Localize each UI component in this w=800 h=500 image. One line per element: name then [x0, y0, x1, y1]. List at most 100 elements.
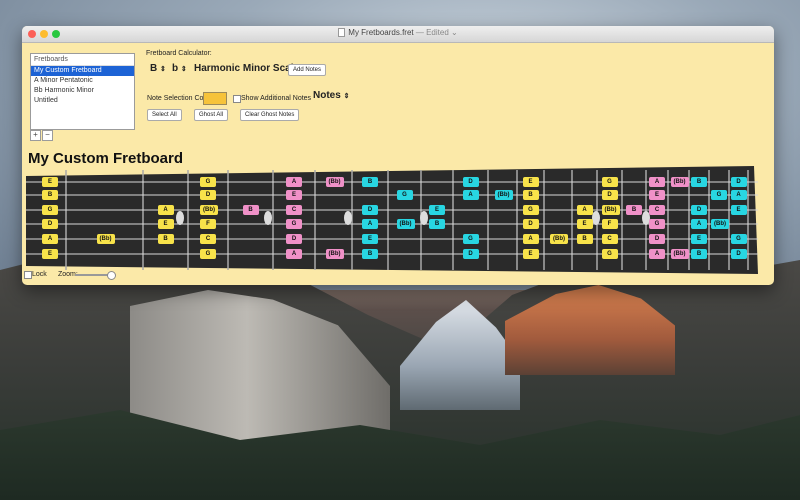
fret-note[interactable]: G: [42, 205, 58, 215]
fret-note[interactable]: B: [362, 249, 378, 259]
fret-note[interactable]: (Bb): [711, 219, 729, 229]
fret-note[interactable]: E: [42, 249, 58, 259]
fret-note[interactable]: (Bb): [670, 249, 689, 259]
fretboard[interactable]: E B G D A E (Bb) A E B G D (Bb) F C G B A E C G D A (Bb) (Bb) B D A…: [26, 166, 758, 274]
lock-checkbox[interactable]: [24, 271, 32, 279]
fret-note[interactable]: D: [730, 249, 747, 259]
fretboard-list-item[interactable]: A Minor Pentatonic: [31, 76, 134, 86]
fret-note[interactable]: G: [462, 234, 479, 244]
fret-note[interactable]: A: [691, 219, 707, 229]
fret-note[interactable]: C: [200, 234, 216, 244]
fret-note[interactable]: D: [691, 205, 707, 215]
fret-note[interactable]: B: [522, 190, 539, 200]
fret-note[interactable]: A: [576, 205, 593, 215]
fretboard-list-item[interactable]: Untitled: [31, 96, 134, 106]
fret-note[interactable]: (Bb): [494, 190, 513, 200]
fret-note[interactable]: B: [242, 205, 259, 215]
fret-note[interactable]: E: [157, 219, 174, 229]
fret-note[interactable]: A: [286, 249, 302, 259]
show-additional-notes-checkbox[interactable]: [233, 95, 241, 103]
inlay-dot: [592, 211, 600, 225]
fret-note[interactable]: A: [42, 234, 58, 244]
fret-note[interactable]: B: [626, 205, 642, 215]
add-fretboard-button[interactable]: +: [30, 130, 41, 141]
fret-note[interactable]: E: [42, 177, 58, 187]
fret-note[interactable]: A: [286, 177, 302, 187]
fret-note[interactable]: G: [522, 205, 539, 215]
fret-note[interactable]: E: [730, 205, 747, 215]
fret-note[interactable]: A: [730, 190, 747, 200]
fretboard-list[interactable]: Fretboards My Custom Fretboard A Minor P…: [30, 53, 135, 130]
fret-note[interactable]: A: [462, 190, 479, 200]
fret-note[interactable]: D: [522, 219, 539, 229]
fret-note[interactable]: D: [462, 177, 479, 187]
fret-note[interactable]: E: [362, 234, 378, 244]
fret-note[interactable]: C: [286, 205, 302, 215]
fret-note[interactable]: D: [601, 190, 618, 200]
clear-ghost-notes-button[interactable]: Clear Ghost Notes: [240, 109, 300, 121]
fret-note[interactable]: D: [286, 234, 302, 244]
fret-note[interactable]: A: [362, 219, 378, 229]
fret-note[interactable]: B: [42, 190, 58, 200]
accidental-select[interactable]: b ⇕: [172, 63, 187, 74]
fret-note[interactable]: (Bb): [200, 205, 218, 215]
fretboard-list-item[interactable]: My Custom Fretboard: [31, 66, 134, 76]
fret-note[interactable]: (Bb): [670, 177, 689, 187]
edited-indicator[interactable]: — Edited ⌄: [416, 28, 458, 37]
fret-note[interactable]: (Bb): [325, 177, 344, 187]
fret-note[interactable]: G: [649, 219, 665, 229]
fret-note[interactable]: D: [42, 219, 58, 229]
fret-note[interactable]: C: [601, 234, 618, 244]
remove-fretboard-button[interactable]: −: [42, 130, 53, 141]
fret-note[interactable]: (Bb): [601, 205, 620, 215]
fret-note[interactable]: E: [429, 205, 445, 215]
fret-note[interactable]: F: [601, 219, 618, 229]
notes-menu[interactable]: Notes ⇕: [313, 90, 349, 101]
fret-note[interactable]: A: [522, 234, 539, 244]
fret-note[interactable]: B: [691, 177, 707, 187]
fretboard-list-item[interactable]: Bb Harmonic Minor: [31, 86, 134, 96]
add-notes-button[interactable]: Add Notes: [288, 64, 327, 76]
ghost-all-button[interactable]: Ghost All: [194, 109, 229, 121]
fret-note[interactable]: E: [286, 190, 302, 200]
note-selection-color-well[interactable]: [203, 92, 227, 105]
fret-note[interactable]: E: [522, 177, 539, 187]
select-all-button[interactable]: Select All: [147, 109, 182, 121]
fret-note[interactable]: B: [576, 234, 593, 244]
fret-note[interactable]: D: [649, 234, 665, 244]
zoom-slider-knob[interactable]: [107, 271, 116, 280]
fret-note[interactable]: (Bb): [396, 219, 415, 229]
fret-note[interactable]: B: [691, 249, 707, 259]
root-note-select[interactable]: B ⇕: [150, 63, 166, 74]
fret-note[interactable]: (Bb): [96, 234, 115, 244]
fret-note[interactable]: G: [711, 190, 727, 200]
fret-note[interactable]: E: [649, 190, 665, 200]
fret-note[interactable]: A: [649, 249, 665, 259]
fret-note[interactable]: C: [649, 205, 665, 215]
fret-note[interactable]: G: [396, 190, 413, 200]
fret-note[interactable]: E: [691, 234, 707, 244]
fret-note[interactable]: A: [649, 177, 665, 187]
fret-note[interactable]: G: [730, 234, 747, 244]
fret-note[interactable]: E: [576, 219, 593, 229]
fret-note[interactable]: D: [730, 177, 747, 187]
fret-note[interactable]: A: [157, 205, 174, 215]
fret-note[interactable]: B: [362, 177, 378, 187]
fret-note[interactable]: D: [362, 205, 378, 215]
fret-note[interactable]: G: [200, 249, 216, 259]
fret-note[interactable]: G: [601, 249, 618, 259]
app-window: My Fretboards.fret — Edited ⌄ Fretboards…: [22, 26, 774, 285]
fret-note[interactable]: G: [286, 219, 302, 229]
title-bar[interactable]: My Fretboards.fret — Edited ⌄: [22, 26, 774, 43]
fret-note[interactable]: F: [200, 219, 216, 229]
fret-note[interactable]: E: [522, 249, 539, 259]
fret-note[interactable]: (Bb): [550, 234, 568, 244]
fret-note[interactable]: D: [200, 190, 216, 200]
fret-note[interactable]: G: [601, 177, 618, 187]
fret-note[interactable]: B: [429, 219, 445, 229]
fret-note[interactable]: G: [200, 177, 216, 187]
zoom-slider-track[interactable]: [75, 274, 111, 276]
fret-note[interactable]: D: [462, 249, 479, 259]
fret-note[interactable]: (Bb): [325, 249, 344, 259]
fret-note[interactable]: B: [157, 234, 174, 244]
